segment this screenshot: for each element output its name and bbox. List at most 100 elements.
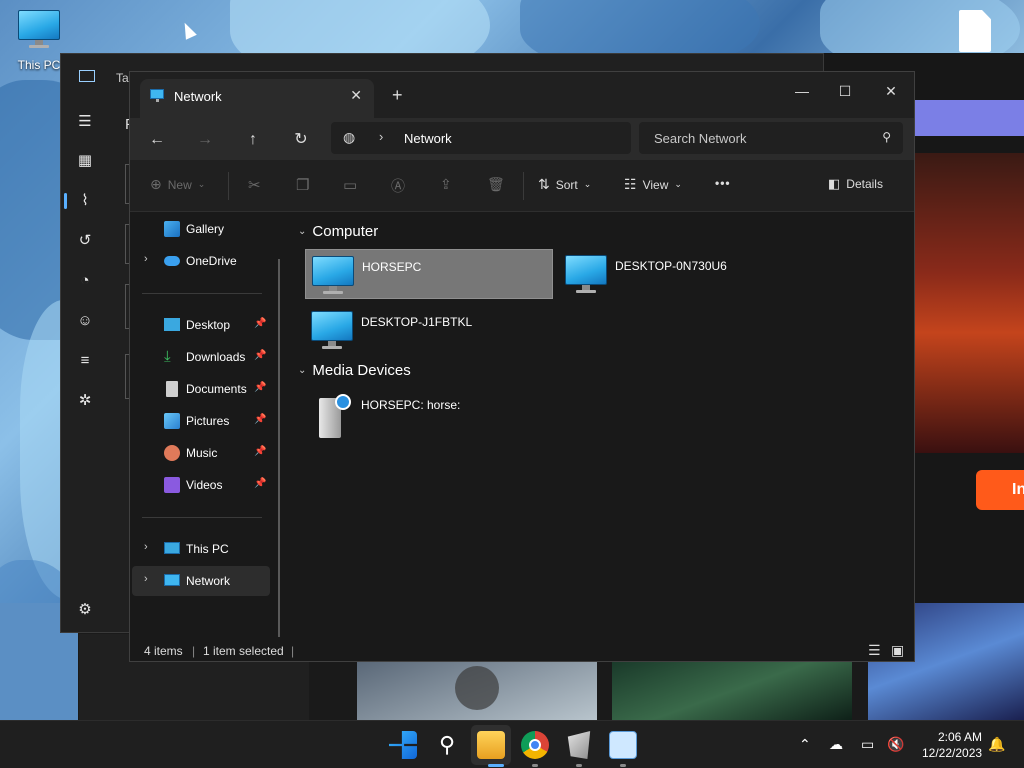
search-icon[interactable]: ⚲ xyxy=(433,731,461,759)
nav-label: Gallery xyxy=(186,222,225,236)
nav-pane-scrollbar[interactable] xyxy=(278,259,280,637)
desktop-file-icon[interactable] xyxy=(959,10,991,52)
search-input[interactable]: Search Network xyxy=(654,131,746,146)
nav-label: Music xyxy=(186,446,218,460)
list-view-icon[interactable]: ☰ xyxy=(868,642,881,659)
chevron-down-icon: ⌄ xyxy=(298,226,307,237)
media-device-horsepc[interactable]: HORSEPC: horse: xyxy=(305,388,553,438)
details-icon[interactable]: ≡ xyxy=(74,350,96,372)
pin-icon[interactable]: 📌 xyxy=(254,382,266,393)
rename-icon: Ⓐ xyxy=(391,178,405,194)
group-header-media-devices[interactable]: ⌄ Media Devices xyxy=(298,362,411,379)
pin-icon[interactable]: 📌 xyxy=(254,446,266,457)
network-item-desktop-j1fbtkl[interactable]: DESKTOP-J1FBTKL xyxy=(305,305,553,355)
nav-item-this-pc[interactable]: › This PC xyxy=(132,534,270,564)
video-thumbnail[interactable] xyxy=(357,662,597,720)
web-cta-button[interactable]: In xyxy=(976,470,1024,510)
hamburger-icon[interactable]: ☰ xyxy=(74,111,96,133)
running-indicator xyxy=(620,764,626,767)
computer-icon xyxy=(164,542,180,554)
taskbar: ⚲ ⌃ ☁ ▭ 🔇 2:06 AM 12/22/2023 🔔 xyxy=(0,720,1024,768)
nav-item-downloads[interactable]: ⤓ Downloads 📌 xyxy=(132,342,270,372)
pin-icon[interactable]: 📌 xyxy=(254,478,266,489)
start-icon[interactable] xyxy=(389,731,417,759)
file-explorer-icon[interactable] xyxy=(477,731,505,759)
paste-button[interactable]: ▭ xyxy=(343,176,357,194)
back-button[interactable]: ← xyxy=(143,126,171,154)
network-item-horsepc[interactable]: HORSEPC xyxy=(305,249,553,299)
title-bar[interactable]: Network ✕ + — ☐ ✕ xyxy=(130,72,914,118)
nav-label: Network xyxy=(186,574,231,588)
users-icon[interactable]: ☺ xyxy=(74,310,96,332)
monitor-icon xyxy=(312,256,354,294)
speaker-muted-icon[interactable]: 🔇 xyxy=(887,736,904,753)
more-options-button[interactable]: ••• xyxy=(715,176,731,190)
copy-button[interactable]: ❐ xyxy=(296,176,309,194)
forward-button[interactable]: → xyxy=(191,126,219,154)
chevron-right-icon[interactable]: › xyxy=(144,253,148,265)
settings-icon[interactable]: ⚙ xyxy=(74,599,96,621)
clock[interactable]: 2:06 AM 12/22/2023 xyxy=(922,729,982,761)
pin-icon[interactable]: 📌 xyxy=(254,318,266,329)
view-label: View xyxy=(642,177,669,192)
maximize-button[interactable]: ☐ xyxy=(822,77,868,105)
close-window-button[interactable]: ✕ xyxy=(868,77,914,105)
address-bar[interactable]: ◍ › Network xyxy=(331,122,631,154)
display-icon[interactable]: ▭ xyxy=(861,736,874,753)
network-item-desktop-0n730u6[interactable]: DESKTOP-0N730U6 xyxy=(559,249,807,299)
status-selection: 1 item selected xyxy=(203,644,284,658)
group-header-computer[interactable]: ⌄ Computer xyxy=(298,223,378,240)
minimize-button[interactable]: — xyxy=(779,77,825,105)
services-icon[interactable]: ✲ xyxy=(74,390,96,412)
video-thumbnail[interactable] xyxy=(612,662,852,720)
processes-icon[interactable]: ▦ xyxy=(74,150,96,172)
picture-icon xyxy=(164,413,180,429)
chevron-right-icon[interactable]: › xyxy=(144,573,148,585)
game-launcher-icon[interactable] xyxy=(567,731,591,759)
desktop-folder-icon xyxy=(164,318,180,331)
performance-icon[interactable]: ⌇ xyxy=(74,190,96,212)
nav-item-desktop[interactable]: Desktop 📌 xyxy=(132,310,270,340)
nav-item-onedrive[interactable]: › OneDrive xyxy=(132,246,270,276)
pin-icon[interactable]: 📌 xyxy=(254,350,266,361)
chevron-down-icon: ⌄ xyxy=(197,179,206,189)
play-icon xyxy=(455,666,499,710)
chevron-right-icon[interactable]: › xyxy=(144,541,148,553)
tab-title: Network xyxy=(174,89,222,104)
history-icon[interactable]: ↺ xyxy=(74,230,96,252)
notification-bell-icon[interactable]: 🔔 xyxy=(988,736,1005,753)
sort-button[interactable]: ⇅ Sort ⌄ xyxy=(538,176,591,193)
rename-button[interactable]: Ⓐ xyxy=(391,176,405,196)
tab-network[interactable]: Network ✕ xyxy=(140,79,374,118)
search-box[interactable]: Search Network ⚲ xyxy=(639,122,903,154)
nav-item-music[interactable]: Music 📌 xyxy=(132,438,270,468)
download-icon: ⤓ xyxy=(164,348,171,365)
monitor-icon xyxy=(18,10,60,50)
chrome-icon[interactable] xyxy=(521,731,549,759)
tab-close-button[interactable]: ✕ xyxy=(350,87,362,104)
pin-icon[interactable]: 📌 xyxy=(254,414,266,425)
startup-icon[interactable]: ◔ xyxy=(74,270,96,292)
view-button[interactable]: ☷ View ⌄ xyxy=(624,176,682,193)
tiles-view-icon[interactable]: ▣ xyxy=(891,642,904,659)
cut-button[interactable]: ✂ xyxy=(248,176,261,194)
onedrive-offline-icon[interactable]: ☁ xyxy=(829,736,843,753)
chevron-up-icon[interactable]: ⌃ xyxy=(799,736,811,753)
running-indicator xyxy=(576,764,582,767)
breadcrumb-network[interactable]: Network xyxy=(404,131,452,146)
delete-button[interactable]: 🗑 xyxy=(487,176,505,193)
refresh-button[interactable]: ↻ xyxy=(287,126,315,154)
nav-item-videos[interactable]: Videos 📌 xyxy=(132,470,270,500)
nav-label: OneDrive xyxy=(186,254,237,268)
nav-item-documents[interactable]: Documents 📌 xyxy=(132,374,270,404)
file-explorer-window[interactable]: Network ✕ + — ☐ ✕ ← → ↑ ↻ ◍ › Network Se… xyxy=(129,71,915,662)
task-manager-icon[interactable] xyxy=(609,731,637,759)
details-button[interactable]: ◧ Details xyxy=(828,176,883,192)
nav-item-pictures[interactable]: Pictures 📌 xyxy=(132,406,270,436)
up-button[interactable]: ↑ xyxy=(239,126,267,154)
nav-item-network[interactable]: › Network xyxy=(132,566,270,596)
new-tab-button[interactable]: + xyxy=(392,85,403,106)
nav-item-gallery[interactable]: Gallery xyxy=(132,214,270,244)
new-button[interactable]: ⊕ New ⌄ xyxy=(150,176,205,193)
share-button[interactable]: ⇪ xyxy=(440,176,452,193)
